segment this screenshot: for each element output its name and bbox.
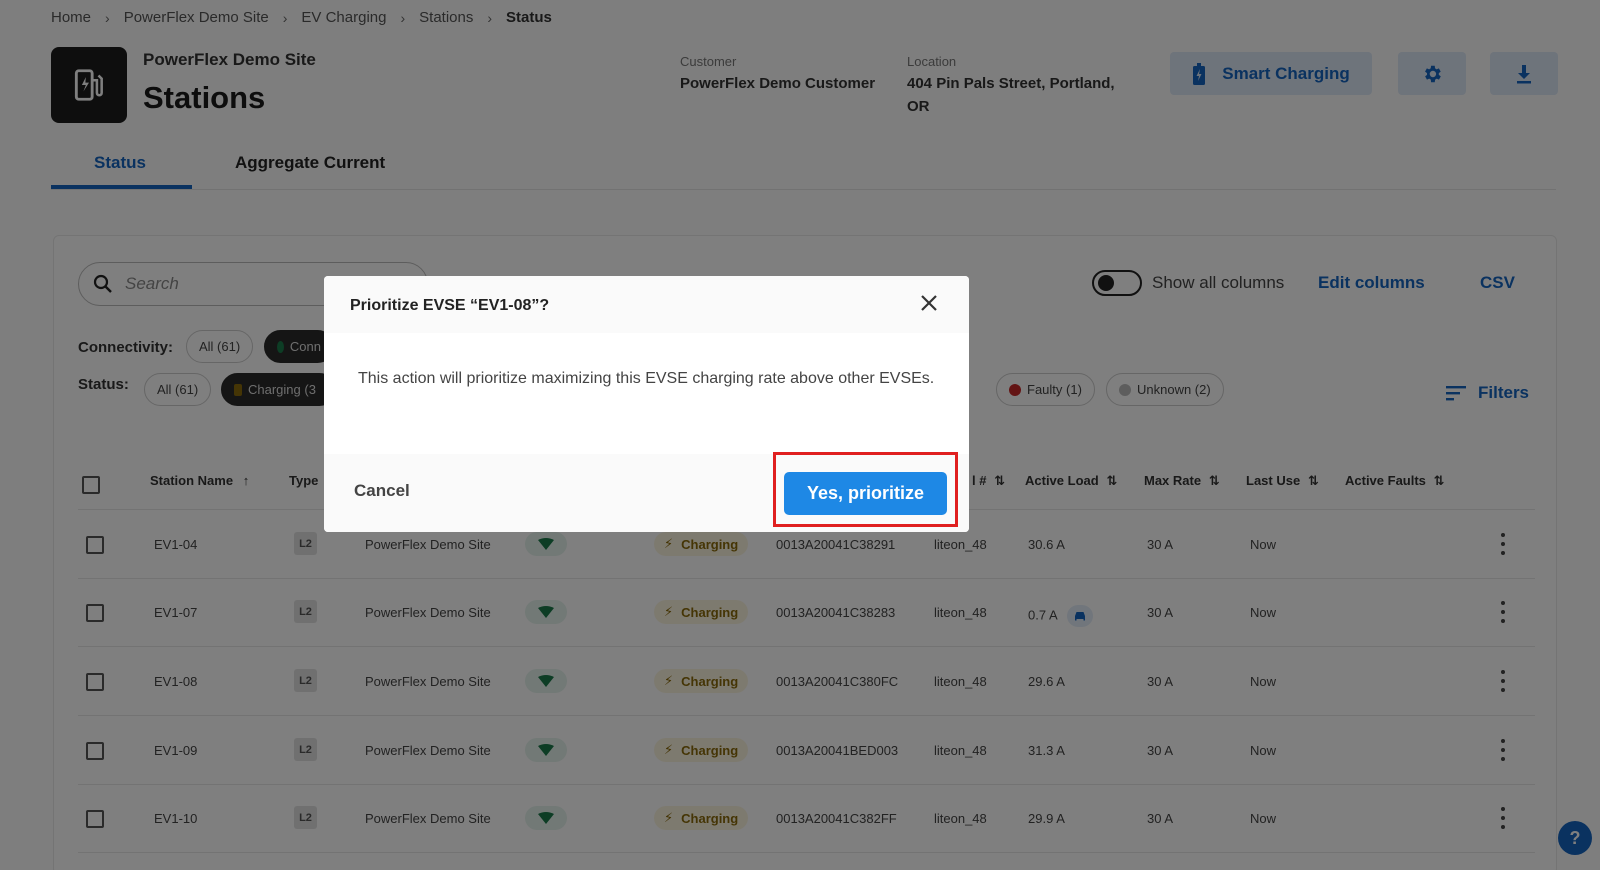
- cancel-button[interactable]: Cancel: [354, 481, 410, 501]
- yes-prioritize-button[interactable]: Yes, prioritize: [784, 472, 947, 515]
- close-icon[interactable]: [918, 292, 940, 314]
- dialog-message: This action will prioritize maximizing t…: [358, 370, 935, 387]
- dialog-title: Prioritize EVSE “EV1-08”?: [350, 297, 550, 314]
